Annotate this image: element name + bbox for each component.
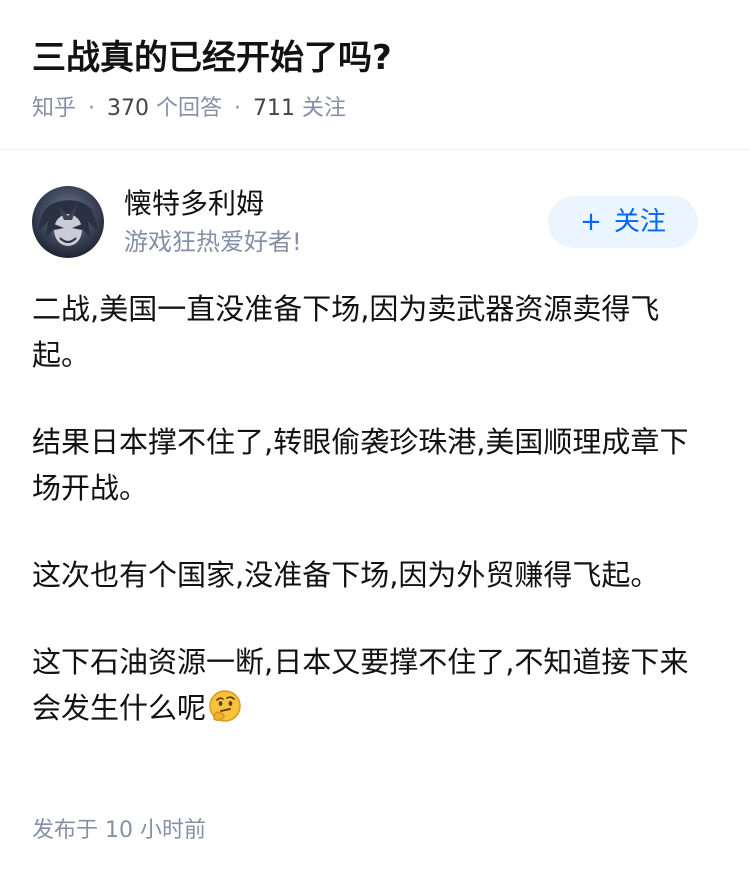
- question-meta: 知乎 · 370 个回答 · 711 关注: [32, 92, 346, 126]
- follow-button[interactable]: + 关注: [548, 196, 698, 248]
- publish-info: 发布于 10 小时前: [32, 814, 206, 848]
- answer-paragraph: 结果日本撑不住了,转眼偷袭珍珠港,美国顺理成章下场开战。: [32, 425, 689, 505]
- answer-paragraph-last: 这下石油资源一断,日本又要撑不住了,不知道接下来会发生什么呢: [32, 639, 712, 731]
- avatar[interactable]: [32, 186, 104, 258]
- published-time: 10 小时前: [105, 818, 207, 843]
- answers-count: 370: [107, 96, 150, 121]
- source-label[interactable]: 知乎: [32, 96, 76, 121]
- followers-count: 711: [253, 96, 296, 121]
- avatar-image: [32, 186, 104, 258]
- answers-label: 个回答: [156, 96, 223, 121]
- author-row: 懐特多利姆 游戏狂热爱好者! + 关注: [0, 180, 750, 270]
- answer-paragraph: 二战,美国一直没准备下场,因为卖武器资源卖得飞起。: [32, 292, 660, 372]
- plus-icon: +: [580, 207, 602, 237]
- meta-separator: ·: [88, 96, 96, 121]
- follow-button-label: 关注: [613, 207, 666, 237]
- meta-separator: ·: [234, 96, 242, 121]
- question-header: 三战真的已经开始了吗? 知乎 · 370 个回答 · 711 关注: [0, 0, 750, 150]
- author-bio: 游戏狂热爱好者!: [124, 228, 302, 256]
- author-name[interactable]: 懐特多利姆: [124, 184, 264, 224]
- answer-content: 二战,美国一直没准备下场,因为卖武器资源卖得飞起。 结果日本撑不住了,转眼偷袭珍…: [32, 286, 712, 772]
- answer-paragraph: 这次也有个国家,没准备下场,因为外贸赚得飞起。: [32, 558, 660, 592]
- followers-label: 关注: [302, 96, 347, 121]
- published-label: 发布于: [32, 818, 99, 843]
- answer-paragraph-text: 这下石油资源一断,日本又要撑不住了,不知道接下来会发生什么呢: [32, 645, 689, 725]
- thinking-face-icon: [208, 689, 242, 723]
- question-title[interactable]: 三战真的已经开始了吗?: [32, 34, 392, 82]
